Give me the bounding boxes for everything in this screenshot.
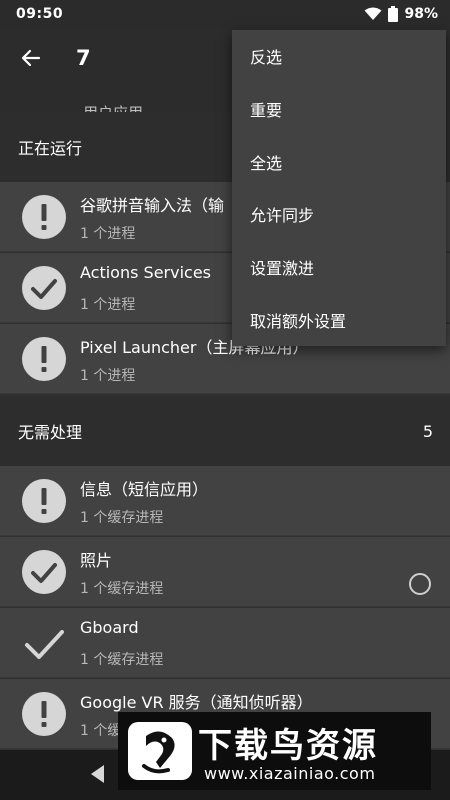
- status-bar: 09:50 98%: [0, 0, 450, 28]
- list-item[interactable]: 照片 1 个缓存进程: [0, 537, 450, 607]
- section-header-no-action: 无需处理 5: [0, 396, 450, 466]
- bird-logo-icon: [128, 722, 192, 780]
- battery-percent: 98%: [404, 6, 438, 22]
- check-circle-icon: [22, 266, 66, 310]
- battery-icon: [388, 6, 399, 22]
- section-title: 无需处理: [18, 423, 83, 442]
- menu-item-important[interactable]: 重要: [232, 83, 446, 136]
- menu-item-allow-sync[interactable]: 允许同步: [232, 188, 446, 241]
- process-count: 1 个进程: [80, 368, 136, 384]
- process-count: 1 个进程: [80, 297, 136, 313]
- wifi-icon: [364, 7, 382, 20]
- arrow-back-icon: [21, 49, 41, 67]
- check-circle-icon: [22, 550, 66, 594]
- back-button[interactable]: [0, 28, 62, 88]
- process-count: 1 个缓存进程: [80, 652, 164, 668]
- page-title: 7: [76, 46, 91, 70]
- app-name: Actions Services: [80, 263, 211, 282]
- list-item[interactable]: 信息（短信应用） 1 个缓存进程: [0, 466, 450, 536]
- status-icons: 98%: [364, 6, 438, 22]
- app-name: Google VR 服务（通知侦听器）: [80, 693, 313, 712]
- process-count: 1 个缓存进程: [80, 581, 164, 597]
- menu-item-invert-selection[interactable]: 反选: [232, 30, 446, 83]
- app-name: 照片: [80, 551, 113, 570]
- app-name: 谷歌拼音输入法（输: [80, 196, 225, 215]
- menu-item-set-aggressive[interactable]: 设置激进: [232, 241, 446, 294]
- exclamation-circle-icon: [22, 337, 66, 381]
- select-radio[interactable]: [409, 573, 431, 595]
- app-name: Gboard: [80, 618, 139, 637]
- exclamation-circle-icon: [22, 692, 66, 736]
- watermark: 下载鸟资源 www.xiazainiao.com: [118, 712, 431, 790]
- app-name: 信息（短信应用）: [80, 480, 209, 499]
- process-count: 1 个缓存进程: [80, 510, 164, 526]
- menu-item-select-all[interactable]: 全选: [232, 135, 446, 188]
- section-count: 5: [422, 421, 433, 441]
- nav-back-icon[interactable]: [90, 764, 106, 784]
- exclamation-circle-icon: [22, 195, 66, 239]
- process-count: 1 个进程: [80, 226, 136, 242]
- overflow-menu: 反选 重要 全选 允许同步 设置激进 取消额外设置: [232, 30, 446, 346]
- list-item[interactable]: Gboard 1 个缓存进程: [0, 608, 450, 678]
- watermark-url: www.xiazainiao.com: [204, 764, 376, 783]
- checkmark-icon: [25, 630, 64, 659]
- exclamation-circle-icon: [22, 479, 66, 523]
- watermark-title: 下载鸟资源: [198, 726, 378, 766]
- status-time: 09:50: [16, 6, 64, 22]
- menu-item-cancel-extra-settings[interactable]: 取消额外设置: [232, 293, 446, 346]
